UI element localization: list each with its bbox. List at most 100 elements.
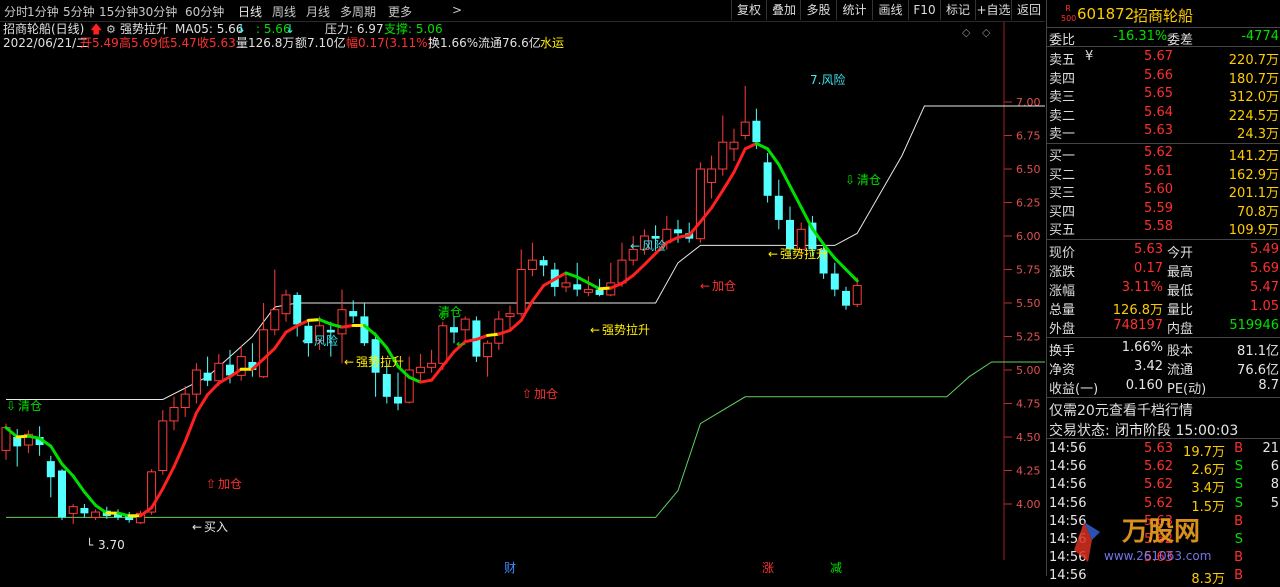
toolbar-button[interactable]: +自选 <box>975 0 1011 20</box>
stat-value: 76.6亿 <box>1237 363 1279 378</box>
candle[interactable] <box>729 128 739 161</box>
candle[interactable] <box>527 242 537 277</box>
chevron-right-icon[interactable]: > <box>452 3 462 17</box>
toolbar-button[interactable]: 复权 <box>731 0 766 20</box>
period-tab[interactable]: 30分钟 <box>138 3 177 20</box>
signal-label: 7.风险 <box>810 72 845 87</box>
trend-segment <box>82 490 98 507</box>
ask-row: 卖三 5.65 312.0万 <box>1047 85 1280 105</box>
ma5-value: MA05: 5.66 <box>175 22 243 36</box>
bid-price: 5.59 <box>1144 200 1173 216</box>
event-marker[interactable]: 涨 <box>762 560 774 575</box>
trend-segment <box>844 268 859 283</box>
bid-price: 5.62 <box>1144 145 1173 160</box>
candle[interactable] <box>158 410 168 475</box>
bid-volume: 141.2万 <box>1228 149 1279 164</box>
toolbar-button[interactable]: 叠加 <box>766 0 801 20</box>
candle[interactable] <box>68 504 78 525</box>
toolbar-button[interactable]: 标记 <box>940 0 975 20</box>
candle[interactable] <box>606 262 616 297</box>
period-tab[interactable]: 60分钟 <box>185 3 224 20</box>
candle[interactable] <box>270 269 280 336</box>
stat2-row: 净资 3.42 流通 76.6亿 <box>1047 358 1280 378</box>
period-tab[interactable]: 周线 <box>272 3 296 20</box>
candle[interactable] <box>281 289 291 322</box>
trend-segment <box>721 170 736 192</box>
candle[interactable] <box>842 286 850 310</box>
period-tab[interactable]: 分时 <box>4 3 28 20</box>
bid-label: 买四 <box>1049 204 1076 220</box>
kline-chart[interactable]: 7.00 6.75 6.50 6.25 6.00 5.75 5.50 5.25 5.00 4.75… <box>0 0 1045 576</box>
bid-volume: 162.9万 <box>1228 167 1279 183</box>
candle[interactable] <box>516 249 526 317</box>
candle[interactable] <box>349 300 358 324</box>
candle[interactable] <box>91 509 101 521</box>
candle[interactable] <box>740 85 750 140</box>
promo-link[interactable]: 仅需20元查看千档行情 <box>1049 400 1193 420</box>
signal-arrow-icon: ← <box>344 355 354 369</box>
candle[interactable] <box>169 396 179 431</box>
candle[interactable] <box>394 372 402 411</box>
period-tab[interactable]: 更多 <box>388 3 412 20</box>
candle[interactable] <box>830 262 839 297</box>
stat-label: 净资 <box>1049 363 1076 378</box>
event-marker[interactable]: 减 <box>830 561 842 575</box>
period-tab[interactable]: 1分钟 <box>27 3 59 20</box>
candle[interactable] <box>259 303 269 379</box>
diamond-icon[interactable]: ◇ <box>962 26 971 39</box>
toolbar-button[interactable]: 返回 <box>1011 0 1046 20</box>
toolbar-button[interactable]: 多股 <box>800 0 836 20</box>
toolbar-button[interactable]: 统计 <box>836 0 872 20</box>
period-tab[interactable]: 5分钟 <box>63 3 95 20</box>
candle[interactable] <box>58 469 66 521</box>
ask-volume: 224.5万 <box>1228 108 1279 124</box>
diamond-icon[interactable]: ◇ <box>982 26 991 39</box>
candle[interactable] <box>494 311 504 350</box>
bid-label: 买五 <box>1049 223 1076 238</box>
period-tab[interactable]: 日线 <box>238 3 262 20</box>
price-axis-label: 4.75 <box>1016 398 1041 411</box>
period-tab[interactable]: 月线 <box>306 3 330 20</box>
candle[interactable] <box>695 162 705 243</box>
candle[interactable] <box>561 273 571 293</box>
candle[interactable] <box>427 349 437 373</box>
signal-label: 买入 <box>204 520 228 534</box>
candle[interactable] <box>180 386 190 417</box>
bid-row: 买四 5.59 70.8万 <box>1047 200 1280 220</box>
candle[interactable] <box>80 504 89 518</box>
toolbar-button[interactable]: 画线 <box>872 0 908 20</box>
stat-label: 最低 <box>1167 284 1194 299</box>
candle[interactable] <box>382 363 391 404</box>
bar-sector: 水运 <box>540 36 564 50</box>
candle[interactable] <box>415 353 425 384</box>
candle[interactable] <box>236 345 246 381</box>
down-arrow-icon: ↓ <box>236 22 246 36</box>
candle[interactable] <box>46 455 55 498</box>
period-tab[interactable]: 15分钟 <box>99 3 138 20</box>
candle[interactable] <box>539 256 548 277</box>
settings-icon[interactable]: ⚙ <box>106 23 116 36</box>
candle[interactable] <box>763 152 772 203</box>
candle[interactable] <box>23 430 33 454</box>
candle[interactable] <box>583 276 593 297</box>
event-marker[interactable]: 财 <box>504 561 516 575</box>
trend-segment <box>598 286 613 291</box>
trend-segment <box>586 281 602 291</box>
ask-volume: 180.7万 <box>1228 71 1279 87</box>
signal-label: 清仓 <box>857 173 881 187</box>
toolbar-button[interactable]: F10 <box>908 0 940 20</box>
trend-segment <box>777 162 792 188</box>
ask-price: 5.65 <box>1144 86 1173 101</box>
stat-label: 涨幅 <box>1049 284 1076 299</box>
trend-line <box>4 142 859 518</box>
period-tab[interactable]: 多周期 <box>340 3 376 20</box>
candle[interactable] <box>248 343 257 377</box>
candle[interactable] <box>718 115 728 176</box>
candle[interactable] <box>203 356 212 387</box>
candle[interactable] <box>774 179 783 230</box>
candle[interactable] <box>293 292 302 337</box>
bid-label: 买三 <box>1049 186 1076 201</box>
candle[interactable] <box>483 340 493 377</box>
candle[interactable] <box>707 155 717 199</box>
candle[interactable] <box>191 363 201 404</box>
